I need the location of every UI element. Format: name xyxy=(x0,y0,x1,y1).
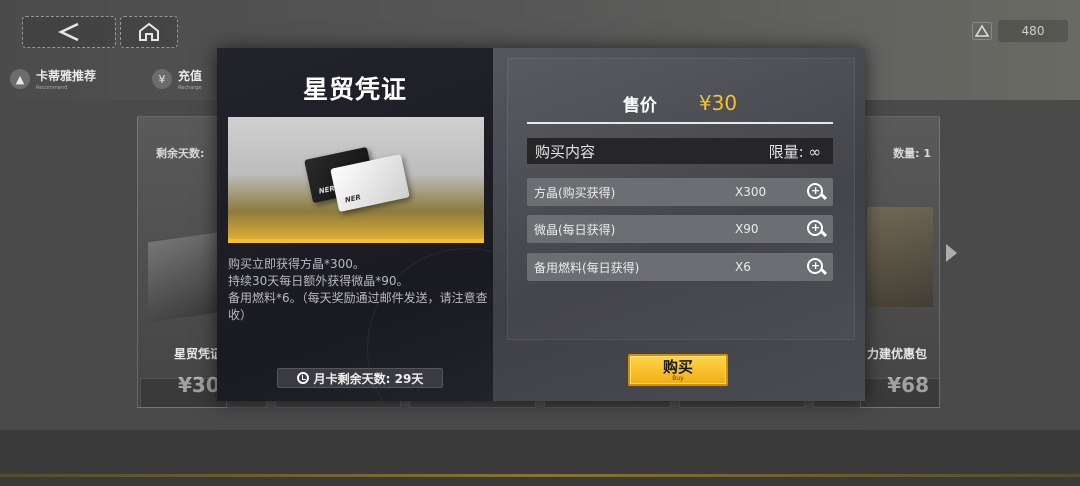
buy-button[interactable]: 购买 Buy xyxy=(628,354,728,386)
purchase-limit: 限量: ∞ xyxy=(768,142,821,161)
remaining-days-text: 月卡剩余天数: 29天 xyxy=(313,371,424,386)
remaining-days-badge: 月卡剩余天数: 29天 xyxy=(277,368,443,388)
home-button[interactable] xyxy=(120,16,178,48)
purchase-modal: 星贸凭证 NER NER 购买立即获得方晶*300。 持续30天每日额外获得微晶… xyxy=(217,48,865,401)
price-divider xyxy=(527,122,833,124)
reward-name: 备用燃料(每日获得) xyxy=(534,260,640,275)
yen-icon: ¥ xyxy=(152,69,172,89)
pack-right-art xyxy=(867,207,933,307)
reward-qty: X300 xyxy=(735,185,767,199)
reward-qty: X90 xyxy=(735,222,759,236)
buy-sub-label: Buy xyxy=(672,374,684,382)
reward-qty: X6 xyxy=(735,260,751,274)
tab-recharge[interactable]: ¥ 充值 Recharge xyxy=(152,66,202,92)
zoom-in-icon[interactable]: + xyxy=(805,256,827,278)
description-line: 备用燃料*6。（每天奖励通过邮件发送，请注意查收） xyxy=(228,291,488,322)
reward-row: 微晶(每日获得) X90 + xyxy=(527,215,833,243)
back-button[interactable] xyxy=(22,16,116,48)
fuel-triangle-icon xyxy=(972,22,992,40)
pack-left-corner: 剩余天数: xyxy=(156,147,205,160)
contents-title: 购买内容 xyxy=(535,142,596,161)
pack-left-art xyxy=(148,231,224,323)
item-title: 星贸凭证 xyxy=(302,75,407,104)
item-description: 购买立即获得方晶*300。 持续30天每日额外获得微晶*90。 备用燃料*6。（… xyxy=(228,256,490,324)
description-line: 购买立即获得方晶*300。 xyxy=(228,257,365,271)
reward-row: 备用燃料(每日获得) X6 + xyxy=(527,253,833,281)
currency-amount: 480 xyxy=(998,20,1068,42)
pack-card-left[interactable]: 剩余天数: 星贸凭证 ¥30 xyxy=(137,116,227,408)
reward-name: 方晶(购买获得) xyxy=(534,185,616,200)
pack-right-corner: 数量: 1 xyxy=(893,147,931,160)
price-value: ¥30 xyxy=(698,91,738,115)
tab-recharge-label: 充值 xyxy=(178,69,203,83)
item-image: NER NER xyxy=(228,117,484,243)
next-page-arrow[interactable] xyxy=(946,244,957,262)
clock-icon xyxy=(296,372,309,384)
home-icon xyxy=(139,22,159,41)
card-logo-text: NER xyxy=(344,193,362,205)
price-row: 售价 ¥30 xyxy=(527,84,833,122)
description-line: 持续30天每日额外获得微晶*90。 xyxy=(228,274,409,288)
pack-left-name: 星贸凭证 xyxy=(174,347,223,361)
pack-right-name: 力建优惠包 xyxy=(866,347,927,361)
tab-recharge-sub: Recharge xyxy=(178,85,202,91)
zoom-in-icon[interactable]: + xyxy=(805,218,827,240)
contents-header: 购买内容 限量: ∞ xyxy=(527,138,833,164)
modal-item-panel: 星贸凭证 NER NER 购买立即获得方晶*300。 持续30天每日额外获得微晶… xyxy=(217,48,493,401)
zoom-in-icon[interactable]: + xyxy=(805,181,827,203)
tab-recommend[interactable]: ▲ 卡蒂雅推荐 Recommend xyxy=(10,66,96,92)
bottom-accent-line xyxy=(0,474,1080,477)
buy-label: 购买 xyxy=(662,357,693,376)
image-glow xyxy=(228,239,484,243)
price-label: 售价 xyxy=(622,95,657,116)
bottom-bar xyxy=(0,430,1080,486)
tab-recommend-label: 卡蒂雅推荐 xyxy=(36,69,97,83)
back-arrow-icon xyxy=(58,22,79,42)
reward-row: 方晶(购买获得) X300 + xyxy=(527,178,833,206)
reward-name: 微晶(每日获得) xyxy=(534,222,616,237)
tab-recommend-sub: Recommend xyxy=(36,85,68,91)
pack-card-right[interactable]: 数量: 1 力建优惠包 ¥68 xyxy=(860,116,940,408)
wolf-icon: ▲ xyxy=(10,69,30,89)
modal-purchase-panel: 售价 ¥30 购买内容 限量: ∞ 方晶(购买获得) X300 + 微晶(每日获… xyxy=(493,48,865,401)
currency-display: 480 xyxy=(972,19,1072,43)
